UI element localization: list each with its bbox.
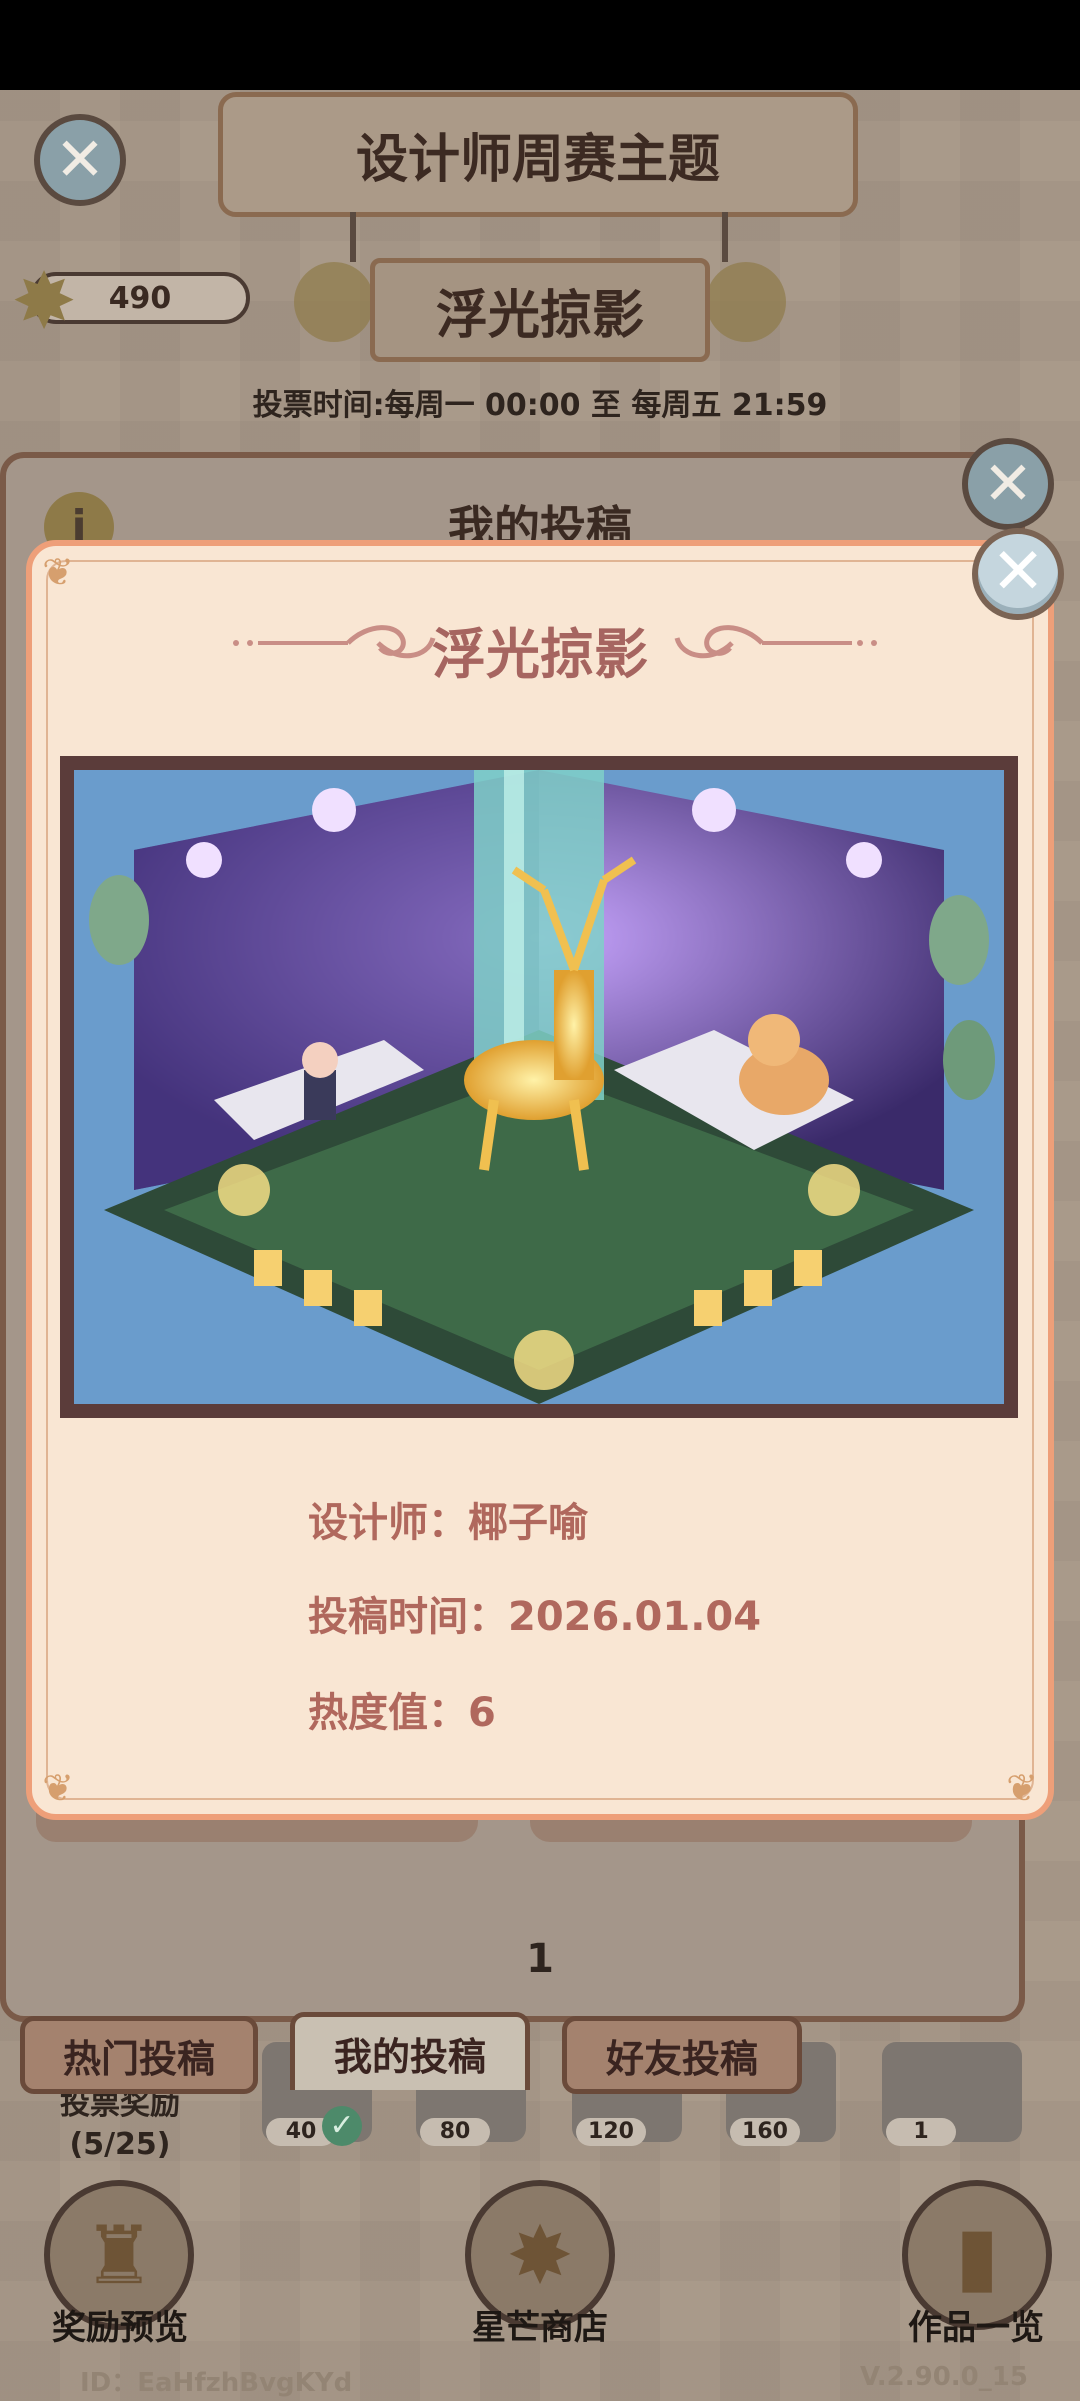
milestone-value: 160 bbox=[730, 2118, 800, 2146]
vote-reward-progress: (5/25) bbox=[69, 2127, 171, 2162]
vote-time: 投票时间:每周一 00:00 至 每周五 21:59 bbox=[252, 388, 828, 423]
app-version: V.2.90.0_15 bbox=[860, 2362, 1028, 2392]
star-icon: ✸ bbox=[11, 257, 77, 347]
designer-label: 设计师： bbox=[308, 1500, 468, 1546]
modal-title: 浮光掠影 bbox=[432, 623, 648, 686]
corner-ornament: ❦ bbox=[42, 1766, 74, 1810]
player-id: ID：EaHfzhBvgKYd bbox=[80, 2368, 353, 2398]
tab-my-submissions[interactable]: 我的投稿 bbox=[290, 2012, 530, 2090]
tab-hot-submissions[interactable]: 热门投稿 bbox=[20, 2016, 258, 2094]
designer-name: 椰子喻 bbox=[468, 1500, 588, 1546]
tab-label: 好友投稿 bbox=[605, 2036, 758, 2081]
page-number: 1 bbox=[526, 1936, 554, 1982]
close-icon: ✕ bbox=[991, 535, 1045, 609]
design-thumbnail[interactable] bbox=[74, 770, 1004, 1404]
milestone-value: 80 bbox=[420, 2118, 490, 2146]
star-shop-label: 星芒商店 bbox=[472, 2308, 608, 2348]
star-icon: ✸ bbox=[506, 2208, 574, 2302]
reward-preview-label: 奖励预览 bbox=[52, 2308, 188, 2348]
submit-time-label: 投稿时间： bbox=[308, 1594, 508, 1640]
check-icon: ✓ bbox=[322, 2106, 362, 2146]
designer-line: 设计师：椰子喻 bbox=[308, 1490, 588, 1548]
heat-line: 热度值：6 bbox=[308, 1680, 496, 1738]
milestone-value: 120 bbox=[576, 2118, 646, 2146]
star-count: 490 bbox=[108, 280, 172, 316]
status-bar bbox=[0, 0, 1080, 90]
contest-title-banner: 设计师周赛主题 bbox=[218, 92, 858, 217]
theme-name-plate: 浮光掠影 bbox=[370, 258, 710, 362]
panel-close-icon[interactable]: ✕ bbox=[962, 438, 1054, 530]
theme-name: 浮光掠影 bbox=[435, 285, 644, 346]
tab-label: 热门投稿 bbox=[62, 2036, 215, 2081]
chain-left bbox=[350, 212, 356, 262]
heat-value: 6 bbox=[468, 1690, 496, 1736]
milestone-value: 1 bbox=[886, 2118, 956, 2146]
corner-ornament: ❦ bbox=[1006, 1766, 1038, 1810]
vote-reward-label: 投票奖励 (5/25) bbox=[40, 2085, 200, 2165]
book-icon: ▮ bbox=[954, 2208, 1000, 2302]
modal-close-button[interactable]: ✕ bbox=[972, 528, 1064, 620]
tab-label: 我的投稿 bbox=[333, 2035, 486, 2079]
contest-title: 设计师周赛主题 bbox=[355, 130, 720, 190]
ornament-right bbox=[706, 262, 786, 342]
chain-right bbox=[722, 212, 728, 262]
heat-label: 热度值： bbox=[308, 1690, 468, 1736]
close-icon[interactable]: ✕ bbox=[34, 114, 126, 206]
ornament-left bbox=[294, 262, 374, 342]
tab-friend-submissions[interactable]: 好友投稿 bbox=[562, 2016, 802, 2094]
room-illustration bbox=[74, 770, 1004, 1404]
corner-ornament: ❦ bbox=[42, 550, 74, 594]
design-thumbnail-frame bbox=[60, 756, 1018, 1418]
works-list-label: 作品一览 bbox=[908, 2308, 1044, 2348]
trophy-icon: ♜ bbox=[83, 2208, 155, 2302]
submit-date: 2026.01.04 bbox=[508, 1594, 762, 1640]
submit-time-line: 投稿时间：2026.01.04 bbox=[308, 1584, 761, 1642]
